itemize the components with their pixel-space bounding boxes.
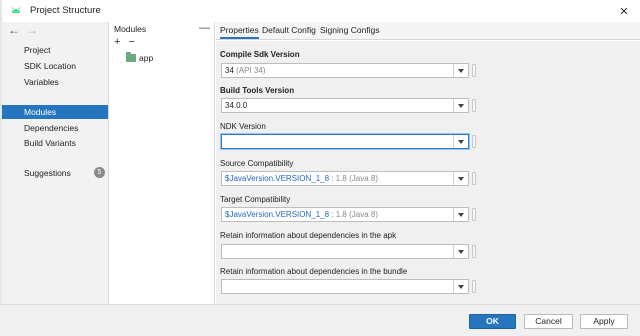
modules-toolbar: + − [114,36,135,48]
close-icon: ✕ [619,5,629,18]
modules-header: Modules [114,24,147,34]
window-title: Project Structure [30,5,101,16]
sidebar-item-suggestions[interactable]: Suggestions [2,166,108,180]
sidebar-item-label: Build Variants [24,138,76,148]
sidebar-item-build-variants[interactable]: Build Variants [2,136,108,150]
sidebar-item-label: SDK Location [24,61,76,71]
module-settings-panel: Properties Default Config Signing Config… [216,22,640,304]
build-tools-value: 34.0.0 [225,101,248,110]
close-button[interactable]: ✕ [616,3,632,19]
dropdown-arrow-icon[interactable] [453,135,468,148]
build-tools-extra-button[interactable] [472,99,476,112]
ndk-version-dropdown[interactable] [221,134,469,149]
build-tools-dropdown[interactable]: 34.0.0 [221,98,469,113]
back-arrow-icon[interactable]: ← [8,23,20,37]
ndk-version-extra-button[interactable] [472,135,476,148]
apply-button[interactable]: Apply [580,314,628,329]
dropdown-arrow-icon[interactable] [453,208,468,221]
properties-form: Compile Sdk Version 34 (API 34) Build To… [216,41,640,304]
module-item-app[interactable]: app [126,52,154,63]
ndk-version-label: NDK Version [220,122,266,131]
build-tools-label: Build Tools Version [220,86,295,95]
target-compat-label: Target Compatibility [220,195,291,204]
compile-sdk-value: 34 (API 34) [225,66,266,75]
title-bar: Project Structure ✕ [2,0,640,22]
dropdown-arrow-icon[interactable] [453,280,468,293]
sidebar-item-variables[interactable]: Variables [2,75,108,89]
sidebar-item-label: Project [24,45,51,55]
forward-arrow-icon[interactable]: → [26,23,38,37]
compile-sdk-extra-button[interactable] [472,64,476,77]
target-compat-value: $JavaVersion.VERSION_1_8 : 1.8 (Java 8) [225,210,378,219]
modules-panel: Modules — + − app [110,22,215,304]
tab-default-config[interactable]: Default Config [262,25,316,35]
target-compat-dropdown[interactable]: $JavaVersion.VERSION_1_8 : 1.8 (Java 8) [221,207,469,222]
retain-apk-dropdown[interactable] [221,244,469,259]
sidebar-item-label: Modules [24,107,57,117]
tab-signing-configs[interactable]: Signing Configs [320,25,380,35]
sidebar-item-sdk-location[interactable]: SDK Location [2,59,108,73]
retain-bundle-extra-button[interactable] [472,280,476,293]
retain-apk-label: Retain information about dependencies in… [220,231,397,240]
ok-button[interactable]: OK [469,314,516,329]
source-compat-label: Source Compatibility [220,159,294,168]
dropdown-arrow-icon[interactable] [453,172,468,185]
module-folder-icon [126,52,136,62]
android-icon [12,7,20,13]
sidebar: ← → Project SDK Location Variables Modul… [2,22,109,304]
target-compat-extra-button[interactable] [472,208,476,221]
add-icon[interactable]: + [114,36,120,48]
source-compat-value: $JavaVersion.VERSION_1_8 : 1.8 (Java 8) [225,174,378,183]
dropdown-arrow-icon[interactable] [453,64,468,77]
settings-tabs: Properties Default Config Signing Config… [216,22,640,40]
compile-sdk-label: Compile Sdk Version [220,50,300,59]
source-compat-extra-button[interactable] [472,172,476,185]
sidebar-item-label: Variables [24,77,59,87]
retain-bundle-dropdown[interactable] [221,279,469,294]
sidebar-item-modules[interactable]: Modules [2,105,108,119]
sidebar-item-dependencies[interactable]: Dependencies [2,121,108,135]
cancel-button[interactable]: Cancel [524,314,573,329]
sidebar-item-project[interactable]: Project [2,43,108,57]
nav-arrows: ← → [8,23,38,37]
sidebar-item-label: Dependencies [24,123,79,133]
dialog-footer: OK Cancel Apply [0,304,640,336]
remove-icon[interactable]: − [128,36,134,48]
sidebar-item-label: Suggestions [24,168,71,178]
retain-apk-extra-button[interactable] [472,245,476,258]
compile-sdk-dropdown[interactable]: 34 (API 34) [221,63,469,78]
module-item-label: app [139,53,154,63]
dropdown-arrow-icon[interactable] [453,245,468,258]
collapse-icon[interactable]: — [199,22,210,34]
project-structure-window: Project Structure ✕ ← → Project SDK Loca… [0,0,640,336]
source-compat-dropdown[interactable]: $JavaVersion.VERSION_1_8 : 1.8 (Java 8) [221,171,469,186]
retain-bundle-label: Retain information about dependencies in… [220,267,408,276]
dropdown-arrow-icon[interactable] [453,99,468,112]
tab-properties[interactable]: Properties [220,25,259,39]
suggestions-count-badge: 5 [94,167,105,178]
